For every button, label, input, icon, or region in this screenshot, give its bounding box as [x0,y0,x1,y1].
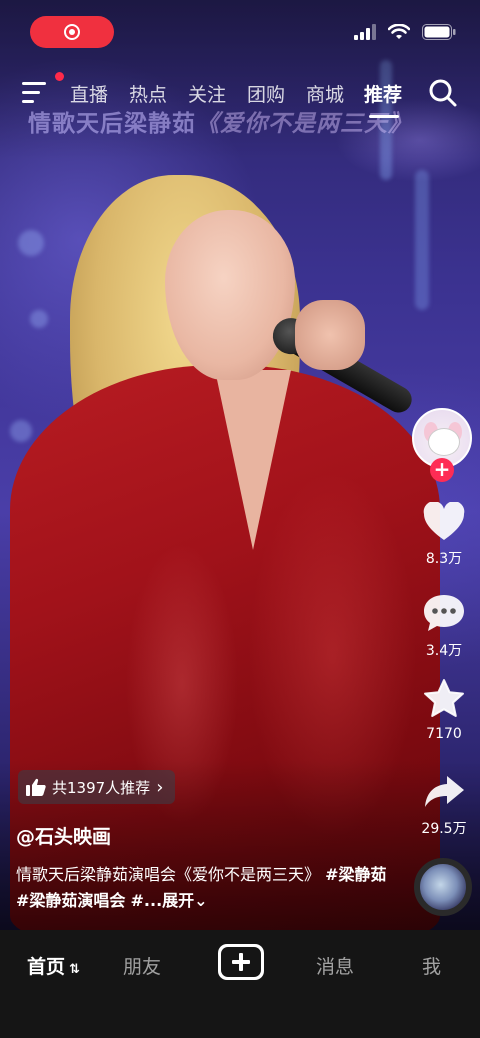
bottom-tab-bar: 首页 ⇅ 朋友 消息 我 [0,930,480,1038]
caption-prefix: 情歌天后梁静茹 [28,111,196,137]
favorite-button[interactable]: 7170 [412,678,476,742]
heart-icon [423,501,465,540]
post-description: 情歌天后梁静茹演唱会《爱你不是两三天》 #梁静茹 #梁静茹演唱会 #...展开⌄ [16,862,396,914]
wifi-icon [388,24,410,39]
battery-icon [422,24,456,40]
menu-button[interactable] [22,82,48,104]
thumbs-up-icon [26,778,46,796]
like-button[interactable]: 8.3万 [412,501,476,568]
star-icon [424,679,464,717]
tab-messages[interactable]: 消息 [316,952,354,979]
comment-icon [424,595,464,631]
menu-icon-line [22,100,34,103]
tab-home-label: 首页 [27,956,66,978]
record-icon [64,24,80,40]
tab-home[interactable]: 首页 ⇅ [27,952,80,979]
menu-icon-line [22,91,40,94]
tab-me[interactable]: 我 [422,952,441,979]
active-tab-indicator [369,115,399,118]
chevron-right-icon: › [156,776,164,798]
stage-light [10,420,32,442]
tab-following[interactable]: 关注 [188,80,226,107]
music-disc[interactable] [414,858,472,916]
tab-recommend[interactable]: 推荐 [364,80,402,107]
singer-neckline [215,370,291,550]
plus-icon [221,947,261,977]
stage-light [415,170,429,310]
author-name[interactable]: @石头映画 [16,822,111,849]
comment-count: 3.4万 [425,643,463,659]
description-text: 情歌天后梁静茹演唱会《爱你不是两三天》 [16,865,326,884]
follow-button[interactable]: + [430,458,454,482]
hashtag[interactable]: #梁静茹 [325,865,386,884]
stage-light [30,310,48,328]
singer-hand [295,300,365,370]
recommend-pill[interactable]: 共1397人推荐 › [18,770,176,804]
stage-light [18,230,44,256]
hashtag[interactable]: #... [131,891,163,910]
menu-icon-line [22,82,46,85]
share-button[interactable]: 29.5万 [412,772,476,838]
create-button[interactable] [218,944,264,980]
share-count: 29.5万 [421,821,467,837]
tab-friends[interactable]: 朋友 [123,952,161,979]
singer-face [165,210,295,380]
signal-icon [354,24,376,40]
avatar-character [428,428,460,456]
screen-recording-indicator[interactable] [30,16,114,48]
expand-button[interactable]: 展开⌄ [162,891,207,910]
status-icons [354,24,456,40]
recommend-count-text: 共1397人推荐 [52,778,151,797]
top-navigation: 直播 热点 关注 团购 商城 推荐 [0,72,480,118]
tab-trending[interactable]: 热点 [129,80,167,107]
like-count: 8.3万 [425,551,463,567]
notification-dot [55,72,64,81]
share-icon [425,776,464,807]
comment-button[interactable]: 3.4万 [412,592,476,660]
hashtag[interactable]: #梁静茹演唱会 [16,891,125,910]
refresh-toggle-icon: ⇅ [69,962,80,977]
tab-live[interactable]: 直播 [70,80,108,107]
tab-mall[interactable]: 商城 [306,80,344,107]
tab-group-buy[interactable]: 团购 [247,80,285,107]
favorite-count: 7170 [426,726,462,742]
search-icon[interactable] [428,78,458,108]
